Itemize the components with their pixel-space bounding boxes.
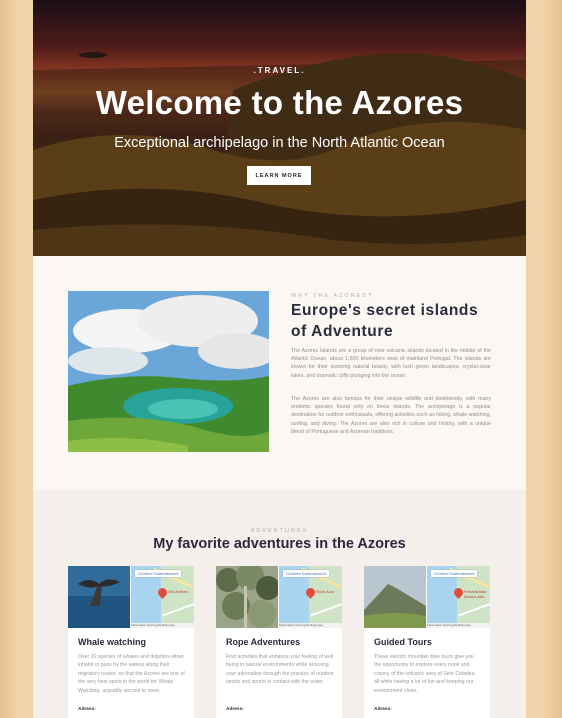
hero-overlay [33, 0, 526, 256]
card-address-label: Adress: [226, 707, 244, 712]
guided-tours-map[interactable]: Größere Kartenansicht Ferraria bike Azor… [427, 566, 490, 628]
rope-adventures-map[interactable]: Größere Kartenansicht Rock Azul Kartenda… [279, 566, 342, 628]
card-title: Rope Adventures [226, 637, 301, 647]
adventure-card-guided-tours: Größere Kartenansicht Ferraria bike Azor… [364, 566, 490, 718]
learn-more-button[interactable]: LEARN MORE [247, 166, 311, 185]
map-pin-label: OM Azores [168, 589, 188, 594]
map-footer: Kartendaten Nutzungsbedingungen [427, 623, 490, 628]
about-kicker: WHY THE AZORES? [291, 293, 374, 299]
card-description: Find activities that enhance your feelin… [226, 654, 334, 686]
about-paragraph-1: The Azores Islands are a group of nine v… [291, 348, 491, 379]
larger-map-link[interactable]: Größere Kartenansicht [135, 570, 182, 577]
card-title: Guided Tours [374, 637, 432, 647]
hero-kicker: .TRAVEL. [253, 66, 306, 75]
hero-section: .TRAVEL. Welcome to the Azores Exception… [33, 0, 526, 256]
card-description: Over 20 species of whales and dolphins e… [78, 654, 185, 694]
larger-map-link[interactable]: Größere Kartenansicht [283, 570, 330, 577]
whale-watching-map[interactable]: Größere Kartenansicht OM Azores Kartenda… [131, 566, 194, 628]
map-pin-label: Ferraria bike Azores Adv. [464, 589, 487, 599]
map-pin-label: Rock Azul [316, 589, 334, 594]
volcano-landscape-image [364, 566, 426, 628]
card-title: Whale watching [78, 637, 147, 647]
adventure-card-whale-watching: Größere Kartenansicht OM Azores Kartenda… [68, 566, 194, 718]
hero-subtitle: Exceptional archipelago in the North Atl… [114, 135, 445, 151]
map-footer: Kartendaten Nutzungsbedingungen [131, 623, 194, 628]
forest-trees-image [216, 566, 278, 628]
map-footer: Kartendaten Nutzungsbedingungen [279, 623, 342, 628]
card-description: These electric mountain bike tours give … [374, 654, 476, 694]
adventures-kicker: ADVENTURES [250, 528, 309, 534]
card-address-label: Adress: [78, 707, 96, 712]
page: .TRAVEL. Welcome to the Azores Exception… [33, 0, 526, 718]
whale-tail-image [68, 566, 130, 628]
adventures-title: My favorite adventures in the Azores [153, 536, 406, 552]
card-address-label: Adress: [374, 707, 392, 712]
crater-lake-image [68, 291, 269, 452]
adventure-card-rope-adventures: Größere Kartenansicht Rock Azul Kartenda… [216, 566, 342, 718]
hero-title: Welcome to the Azores [95, 84, 464, 121]
larger-map-link[interactable]: Größere Kartenansicht [431, 570, 478, 577]
about-title: Europe's secret islands of Adventure [291, 302, 479, 340]
about-paragraph-2: The Azores are also famous for their uni… [291, 396, 491, 435]
